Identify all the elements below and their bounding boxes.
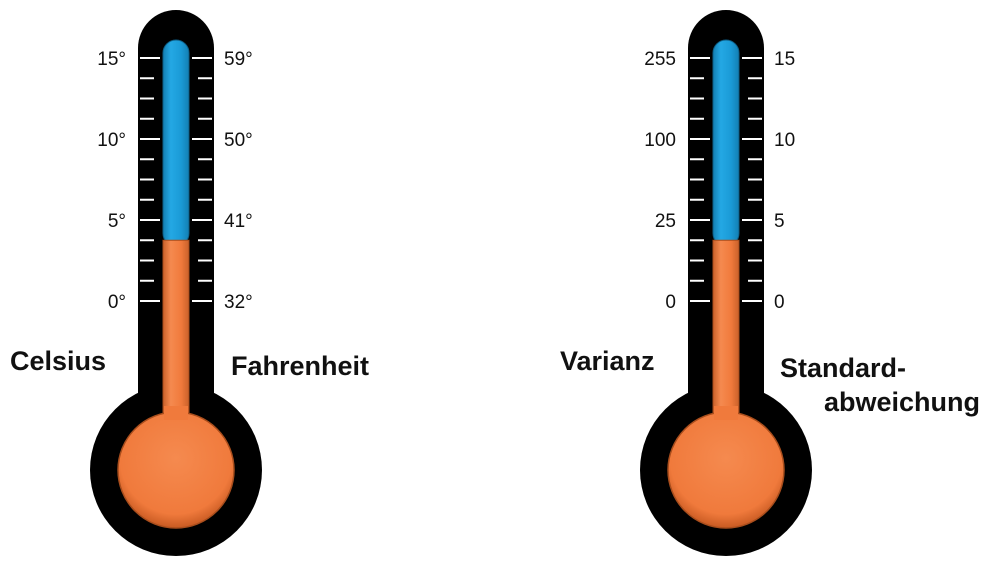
- tick-label-right: 32°: [224, 292, 253, 313]
- standardabweichung-line1: Standard-: [780, 353, 907, 383]
- bulb-neck: [164, 406, 188, 420]
- tick-label-right: 59°: [224, 49, 253, 70]
- tick-label-right: 15: [774, 49, 795, 70]
- tick-label-left: 100: [644, 130, 676, 151]
- upper-column: [162, 39, 190, 247]
- tick-label-right: 0: [774, 292, 785, 313]
- varianz-label: Varianz: [560, 346, 655, 376]
- tick-label-left: 15°: [97, 49, 126, 70]
- standardabweichung-label: Standard- abweichung: [780, 351, 980, 419]
- bulb-neck: [714, 406, 738, 420]
- standardabweichung-line2: abweichung: [823, 387, 980, 417]
- mercury-bulb: [117, 411, 235, 529]
- thermometer-varianz-standardabweichung: 255 100 25 0 15 10 5 0: [640, 10, 812, 556]
- tick-label-left: 5°: [108, 211, 126, 232]
- tick-label-left: 0: [665, 292, 676, 313]
- tick-label-right: 41°: [224, 211, 253, 232]
- tick-label-left: 25: [655, 211, 676, 232]
- tick-label-right: 50°: [224, 130, 253, 151]
- upper-column: [712, 39, 740, 247]
- tick-label-right: 10: [774, 130, 795, 151]
- tick-label-left: 10°: [97, 130, 126, 151]
- mercury-bulb: [667, 411, 785, 529]
- tick-label-left: 255: [644, 49, 676, 70]
- celsius-label: Celsius: [10, 346, 107, 376]
- fahrenheit-label: Fahrenheit: [231, 351, 370, 381]
- thermometer-diagram: 15° 10° 5° 0° 59° 50° 41° 32° 255 100 25 0 15 10 5 0: [90, 10, 812, 556]
- thermometer-celsius-fahrenheit: 15° 10° 5° 0° 59° 50° 41° 32°: [90, 10, 262, 556]
- tick-label-right: 5: [774, 211, 785, 232]
- tick-label-left: 0°: [108, 292, 126, 313]
